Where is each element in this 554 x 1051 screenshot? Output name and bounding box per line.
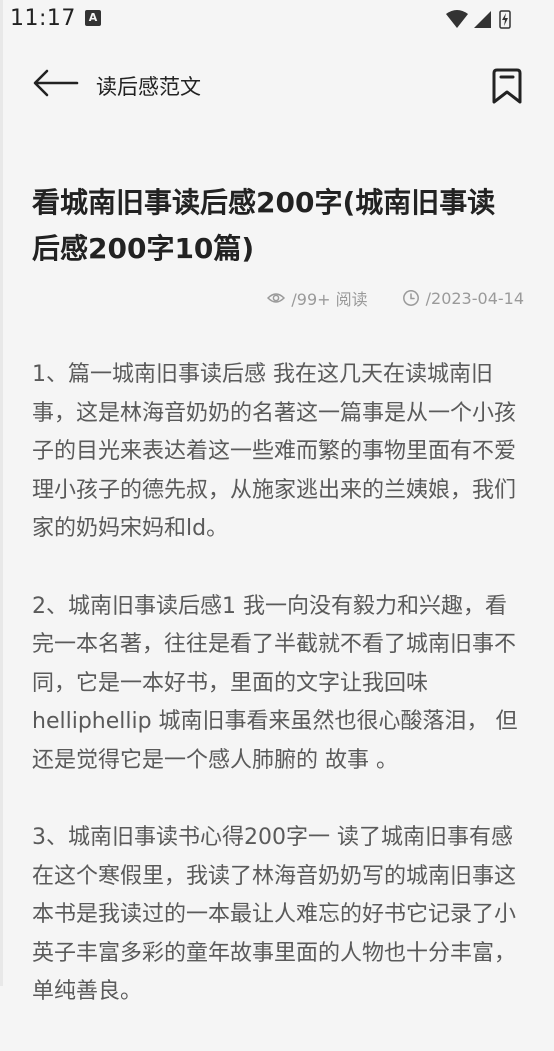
back-arrow-icon[interactable] <box>30 66 80 100</box>
page-title: 读后感范文 <box>96 75 201 99</box>
bookmark-icon[interactable] <box>490 66 524 106</box>
notification-icon: A <box>85 10 101 26</box>
article-paragraph: 2、城南旧事读后感1 我一向没有毅力和兴趣，看完一本名著，往往是看了半截就不看了… <box>32 593 518 773</box>
publish-date: /2023-04-14 <box>425 288 524 308</box>
signal-icon <box>474 11 491 28</box>
status-bar: 11:17 A <box>0 0 554 38</box>
article-paragraph: 1、篇一城南旧事读后感 我在这几天在读城南旧事，这是林海音奶奶的名著这一篇事是从… <box>32 362 517 541</box>
views-meta: /99+ 阅读 <box>267 286 368 310</box>
status-icons <box>446 10 511 29</box>
views-count: /99+ 阅读 <box>291 290 368 309</box>
app-header: 读后感范文 <box>0 54 554 118</box>
eye-icon <box>267 293 286 303</box>
charging-bolt-icon <box>502 13 508 26</box>
article-paragraph: 3、城南旧事读书心得200字一 读了城南旧事有感在这个寒假里，我读了林海音奶奶写… <box>32 825 517 1004</box>
article-body: 1、篇一城南旧事读后感 我在这几天在读城南旧事，这是林海音奶奶的名著这一篇事是从… <box>32 356 526 1051</box>
screen-edge <box>0 0 3 986</box>
article-title: 看城南旧事读后感200字(城南旧事读后感200字10篇) <box>32 186 496 265</box>
status-time: 11:17 <box>10 6 76 31</box>
clock-icon <box>402 290 419 306</box>
date-meta: /2023-04-14 <box>402 289 524 308</box>
wifi-icon <box>446 10 468 28</box>
article-meta: /99+ 阅读 /2023-04-14 <box>267 287 524 309</box>
